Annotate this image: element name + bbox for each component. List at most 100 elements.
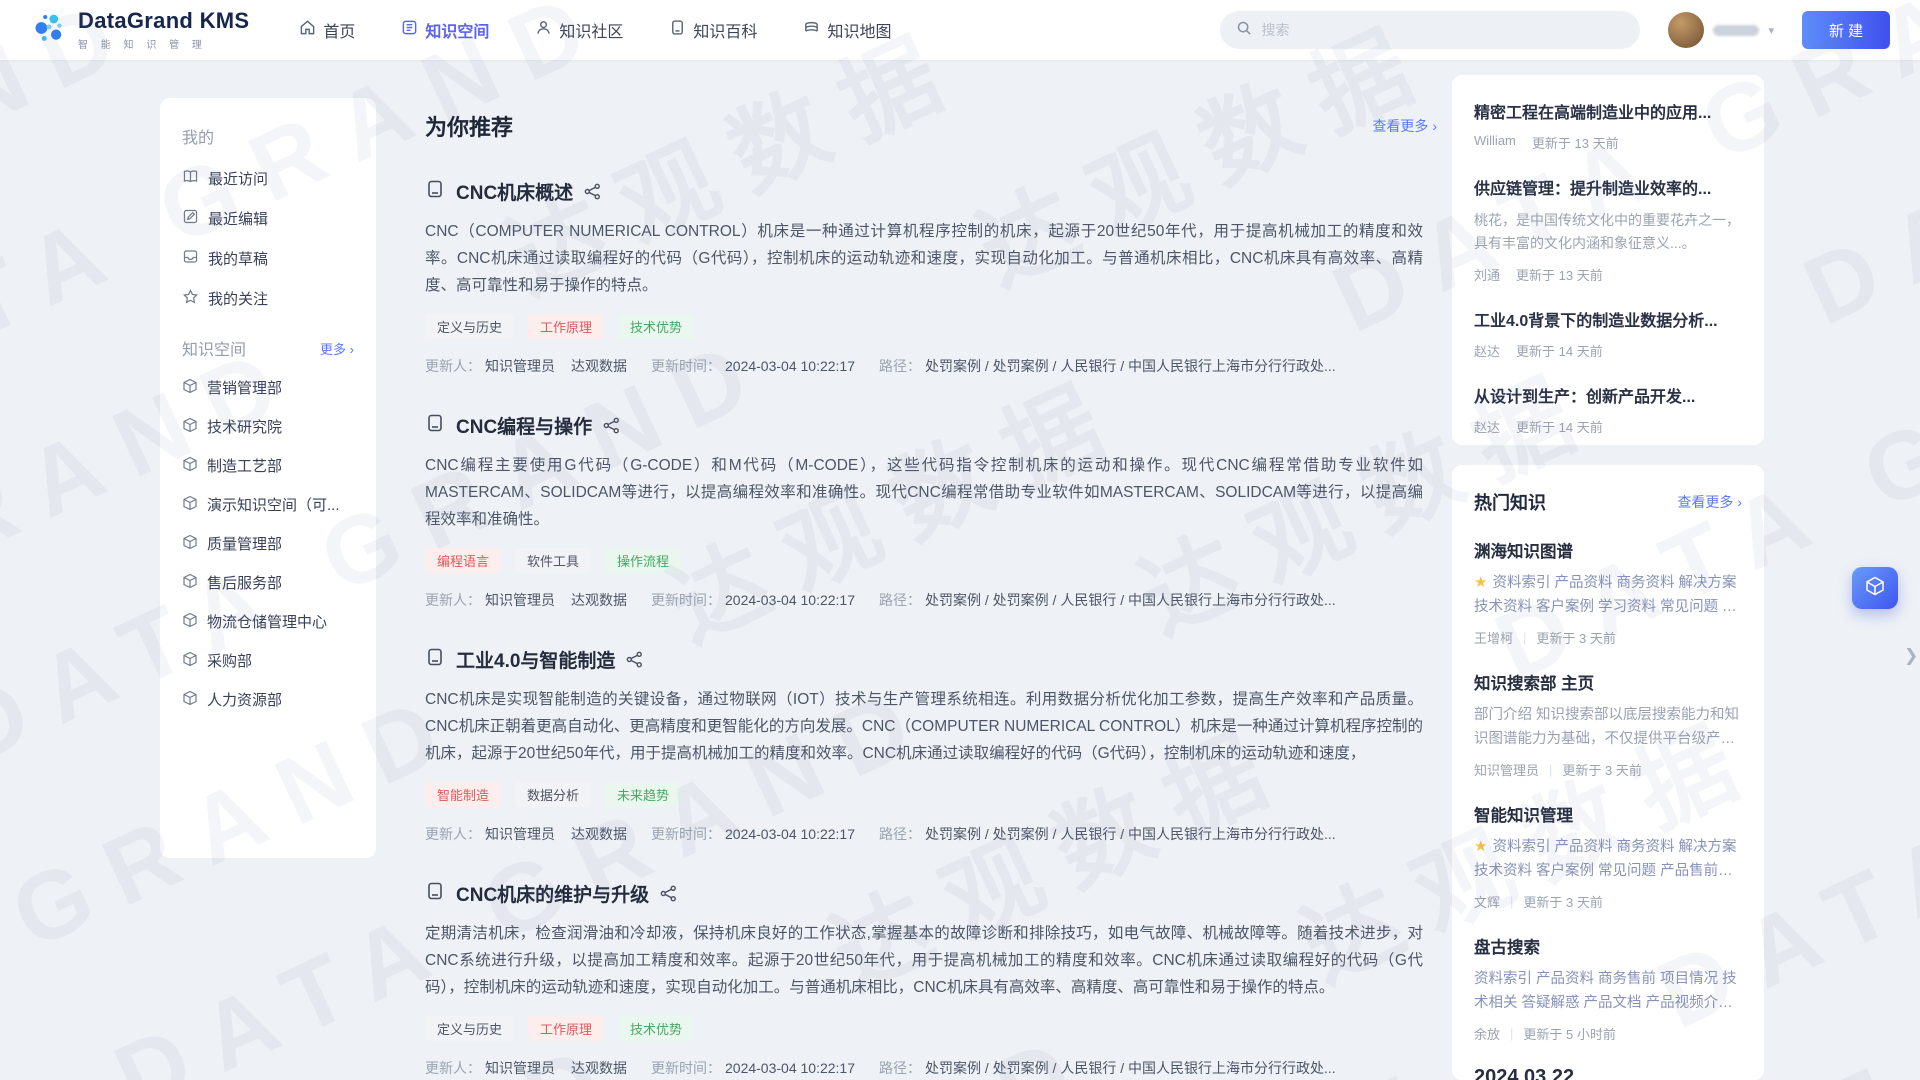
sidebar-space-logistics[interactable]: 物流仓储管理中心 <box>182 602 354 641</box>
cube-icon <box>182 495 198 515</box>
star-icon: ★ <box>1474 838 1487 855</box>
drafts-inbox-icon <box>182 248 199 269</box>
cube-icon <box>182 456 198 476</box>
home-icon <box>299 19 316 41</box>
panel-collapse-arrow[interactable]: ❯ <box>1904 646 1918 666</box>
top-navbar: DataGrand KMS 智 能 知 识 管 理 首页 知识空间 知识社区 知… <box>0 0 1920 60</box>
article-summary: CNC（COMPUTER NUMERICAL CONTROL）机床是一种通过计算… <box>425 218 1423 299</box>
create-new-button[interactable]: 新 建 <box>1802 11 1890 49</box>
hot-knowledge-card: 热门知识 查看更多 › 渊海知识图谱 ★资料索引 产品资料 商务资料 解决方案 … <box>1452 465 1764 1080</box>
cube-icon <box>182 417 198 437</box>
updated-time: 更新于 14 天前 <box>1516 417 1603 436</box>
cube-icon <box>182 651 198 671</box>
updated-time: 更新于 3 天前 <box>1536 628 1615 647</box>
username-redacted <box>1713 25 1759 36</box>
article-card: 工业4.0与智能制造 CNC机床是实现智能制造的关键设备，通过物联网（IOT）技… <box>425 646 1437 844</box>
article-title[interactable]: 工业4.0与智能制造 <box>456 646 615 673</box>
article-title[interactable]: CNC机床概述 <box>456 178 573 205</box>
sidebar-space-manufacturing[interactable]: 制造工艺部 <box>182 446 354 485</box>
doc-icon <box>425 647 445 672</box>
map-icon <box>803 19 820 41</box>
sidebar-space-hr[interactable]: 人力资源部 <box>182 680 354 719</box>
recommend-item[interactable]: 供应链管理：提升制造业效率的... 桃花，是中国传统文化中的重要花卉之一，具有丰… <box>1474 175 1742 284</box>
hot-keywords: 资料索引 产品资料 商务资料 解决方案 技术资料 客户案例 学习资料 常见问题 … <box>1474 575 1737 619</box>
article-summary: CNC编程主要使用G代码（G-CODE）和M代码（M-CODE），这些代码指令控… <box>425 452 1423 533</box>
hot-item[interactable]: 知识搜索部 主页 部门介绍 知识搜索部以底层搜索能力和知识图谱能力为基础，不仅提… <box>1474 670 1742 779</box>
updated-time: 更新于 5 小时前 <box>1523 1024 1615 1043</box>
breadcrumb: 处罚案例 / 处罚案例 / 人民银行 / 中国人民银行上海市分行行政处... <box>925 1058 1336 1078</box>
sidebar-space-tech-research[interactable]: 技术研究院 <box>182 407 354 446</box>
hot-keywords: 资料索引 产品资料 商务资料 解决方案 技术资料 客户案例 常见问题 产品售前P… <box>1474 839 1737 883</box>
nav-item-knowledge-wiki[interactable]: 知识百科 <box>669 18 757 42</box>
author: William <box>1474 133 1516 152</box>
recommend-summary: 桃花，是中国传统文化中的重要花卉之一，具有丰富的文化内涵和象征意义...。 <box>1474 209 1742 255</box>
tag[interactable]: 工作原理 <box>528 314 604 339</box>
share-icon[interactable] <box>660 885 677 902</box>
sidebar-space-after-sales[interactable]: 售后服务部 <box>182 563 354 602</box>
sidebar-item-my-drafts[interactable]: 我的草稿 <box>182 238 354 278</box>
article-title[interactable]: CNC编程与操作 <box>456 412 592 439</box>
sidebar-section-my: 我的 <box>182 124 354 148</box>
recommend-item[interactable]: 精密工程在高端制造业中的应用... William更新于 13 天前 <box>1474 99 1742 152</box>
main-nav: 首页 知识空间 知识社区 知识百科 知识地图 <box>299 18 891 42</box>
tag[interactable]: 软件工具 <box>515 548 591 573</box>
hot-item[interactable]: 智能知识管理 ★资料索引 产品资料 商务资料 解决方案 技术资料 客户案例 常见… <box>1474 802 1742 911</box>
tag[interactable]: 操作流程 <box>605 548 681 573</box>
nav-item-knowledge-map[interactable]: 知识地图 <box>803 18 891 42</box>
recommend-item[interactable]: 工业4.0背景下的制造业数据分析... 赵达更新于 14 天前 <box>1474 307 1742 360</box>
article-summary: 定期清洁机床，检查润滑油和冷却液，保持机床良好的工作状态,掌握基本的故障诊断和排… <box>425 920 1423 1001</box>
share-icon[interactable] <box>603 417 620 434</box>
tag[interactable]: 数据分析 <box>515 782 591 807</box>
author: 刘通 <box>1474 265 1500 284</box>
updated-time: 更新于 13 天前 <box>1516 265 1603 284</box>
article-card: CNC机床的维护与升级 定期清洁机床，检查润滑油和冷却液，保持机床良好的工作状态… <box>425 880 1437 1078</box>
hot-item[interactable]: 渊海知识图谱 ★资料索引 产品资料 商务资料 解决方案 技术资料 客户案例 学习… <box>1474 538 1742 647</box>
sidebar-space-quality[interactable]: 质量管理部 <box>182 524 354 563</box>
sidebar-item-my-follows[interactable]: 我的关注 <box>182 278 354 318</box>
tag[interactable]: 智能制造 <box>425 782 501 807</box>
user-menu[interactable]: ▾ <box>1668 12 1774 48</box>
tag[interactable]: 技术优势 <box>618 314 694 339</box>
tag[interactable]: 未来趋势 <box>605 782 681 807</box>
sidebar-space-marketing[interactable]: 营销管理部 <box>182 368 354 407</box>
sidebar-space-procurement[interactable]: 采购部 <box>182 641 354 680</box>
tag[interactable]: 定义与历史 <box>425 314 514 339</box>
share-icon[interactable] <box>584 183 601 200</box>
recommend-feed: 为你推荐 查看更多 › CNC机床概述 CNC（COMPUTER NUMERIC… <box>425 98 1437 1080</box>
nav-item-knowledge-community[interactable]: 知识社区 <box>535 18 623 42</box>
star-icon: ★ <box>1474 574 1487 591</box>
tag[interactable]: 技术优势 <box>618 1016 694 1041</box>
article-meta: 更新人：知识管理员 达观数据 更新时间：2024-03-04 10:22:17 … <box>425 824 1437 844</box>
tag[interactable]: 工作原理 <box>528 1016 604 1041</box>
article-card: CNC编程与操作 CNC编程主要使用G代码（G-CODE）和M代码（M-CODE… <box>425 412 1437 610</box>
brand-subtitle: 智 能 知 识 管 理 <box>78 36 249 51</box>
sidebar-space-demo[interactable]: 演示知识空间（可... <box>182 485 354 524</box>
hot-view-more-link[interactable]: 查看更多 › <box>1677 492 1742 512</box>
hot-item[interactable]: 盘古搜索 资料索引 产品资料 商务售前 项目情况 技术相关 答疑解惑 产品文档 … <box>1474 934 1742 1043</box>
spaces-more-link[interactable]: 更多 › <box>320 339 354 358</box>
breadcrumb: 处罚案例 / 处罚案例 / 人民银行 / 中国人民银行上海市分行行政处... <box>925 824 1336 844</box>
share-icon[interactable] <box>626 651 643 668</box>
tag[interactable]: 编程语言 <box>425 548 501 573</box>
chevron-right-icon: › <box>1737 494 1742 510</box>
search-input[interactable] <box>1261 22 1624 38</box>
page-title: 为你推荐 <box>425 110 513 142</box>
sidebar-item-recent-visits[interactable]: 最近访问 <box>182 158 354 198</box>
cube-icon <box>182 534 198 554</box>
recommend-item[interactable]: 从设计到生产：创新产品开发... 赵达更新于 14 天前 <box>1474 383 1742 436</box>
tag[interactable]: 定义与历史 <box>425 1016 514 1041</box>
sidebar-item-recent-edits[interactable]: 最近编辑 <box>182 198 354 238</box>
article-title[interactable]: CNC机床的维护与升级 <box>456 880 649 907</box>
brand-logo[interactable]: DataGrand KMS 智 能 知 识 管 理 <box>30 9 249 52</box>
assistant-float-button[interactable] <box>1852 567 1898 609</box>
brand-name: DataGrand KMS <box>78 9 249 32</box>
hot-item[interactable]: 2024.03.22 代申 王军军 本周完成工作 知识图谱 【bug】排查并解决… <box>1474 1066 1742 1080</box>
search-icon <box>1236 20 1252 41</box>
nav-item-home[interactable]: 首页 <box>299 18 355 42</box>
author: 文辉 <box>1474 892 1500 911</box>
author: 赵达 <box>1474 341 1500 360</box>
cube-icon <box>182 378 198 398</box>
feed-view-more-link[interactable]: 查看更多 › <box>1372 116 1437 136</box>
avatar[interactable] <box>1668 12 1704 48</box>
nav-item-knowledge-space[interactable]: 知识空间 <box>401 18 489 42</box>
